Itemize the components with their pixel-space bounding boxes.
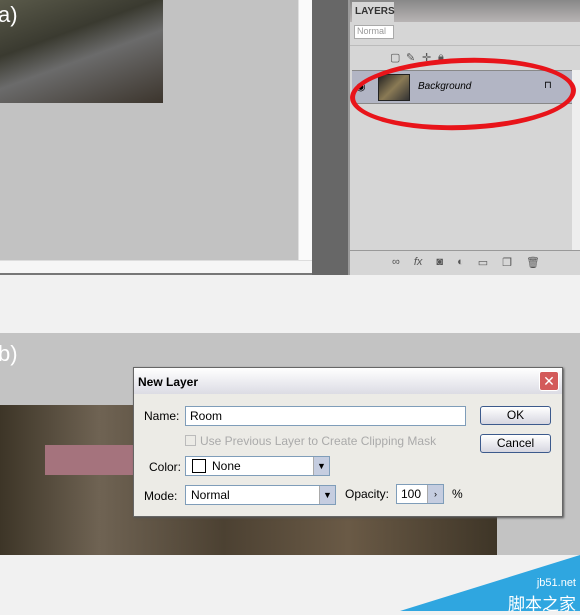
opacity-unit: %: [452, 487, 463, 501]
chevron-down-icon[interactable]: ▼: [319, 486, 335, 504]
cancel-button[interactable]: Cancel: [480, 434, 551, 453]
clipping-mask-label: Use Previous Layer to Create Clipping Ma…: [200, 434, 437, 448]
name-label: Name:: [144, 409, 180, 423]
group-icon[interactable]: ▭: [478, 256, 488, 275]
color-select[interactable]: None ▼: [185, 456, 330, 476]
vertical-scrollbar[interactable]: [298, 0, 312, 260]
lock-transparent-icon[interactable]: ▢: [390, 51, 400, 64]
link-icon[interactable]: ∞: [392, 256, 400, 275]
photo-a: a): [0, 0, 163, 103]
color-value: None: [212, 459, 241, 473]
ok-button[interactable]: OK: [480, 406, 551, 425]
panel-b-label: b): [0, 341, 18, 366]
opacity-label: Opacity:: [345, 487, 390, 501]
horizontal-scrollbar[interactable]: [0, 260, 312, 275]
clipping-mask-checkbox[interactable]: [185, 435, 196, 446]
chevron-right-icon[interactable]: ›: [427, 485, 443, 503]
color-label: Color:: [149, 460, 182, 474]
dialog-title: New Layer: [134, 368, 562, 394]
name-input[interactable]: Room: [185, 406, 466, 426]
watermark-name: 脚本之家: [508, 595, 576, 614]
panel-a-label: a): [0, 2, 18, 27]
new-layer-dialog: New Layer ✕ Name: Room Use Previous Laye…: [133, 367, 563, 517]
opacity-input[interactable]: 100 ›: [396, 484, 444, 504]
color-swatch: [192, 459, 206, 473]
layers-panel: LAYERS Normal ▢ ✎ ✛ 🔒︎ ◉ Background ⊓ ∞ …: [348, 0, 580, 275]
mode-value: Normal: [191, 488, 230, 502]
mode-select[interactable]: Normal ▼: [185, 485, 336, 505]
layers-footer: ∞ fx ◙ ◐ ▭ ❐ 🗑︎: [350, 250, 580, 275]
new-layer-icon[interactable]: ❐: [502, 256, 512, 275]
fx-icon[interactable]: fx: [414, 256, 423, 275]
mask-icon[interactable]: ◙: [436, 256, 443, 275]
blend-mode-select[interactable]: Normal: [354, 25, 394, 39]
adjustment-icon[interactable]: ◐: [457, 256, 464, 275]
mode-label: Mode:: [144, 489, 178, 503]
opacity-value: 100: [401, 487, 422, 501]
photo-b-detail: [45, 445, 135, 475]
trash-icon[interactable]: 🗑︎: [526, 256, 540, 275]
workspace-divider: [312, 0, 348, 275]
tab-layers[interactable]: LAYERS: [352, 2, 395, 22]
close-icon[interactable]: ✕: [539, 371, 559, 391]
watermark-url: jb51.net: [536, 577, 576, 589]
chevron-down-icon[interactable]: ▼: [313, 457, 329, 475]
